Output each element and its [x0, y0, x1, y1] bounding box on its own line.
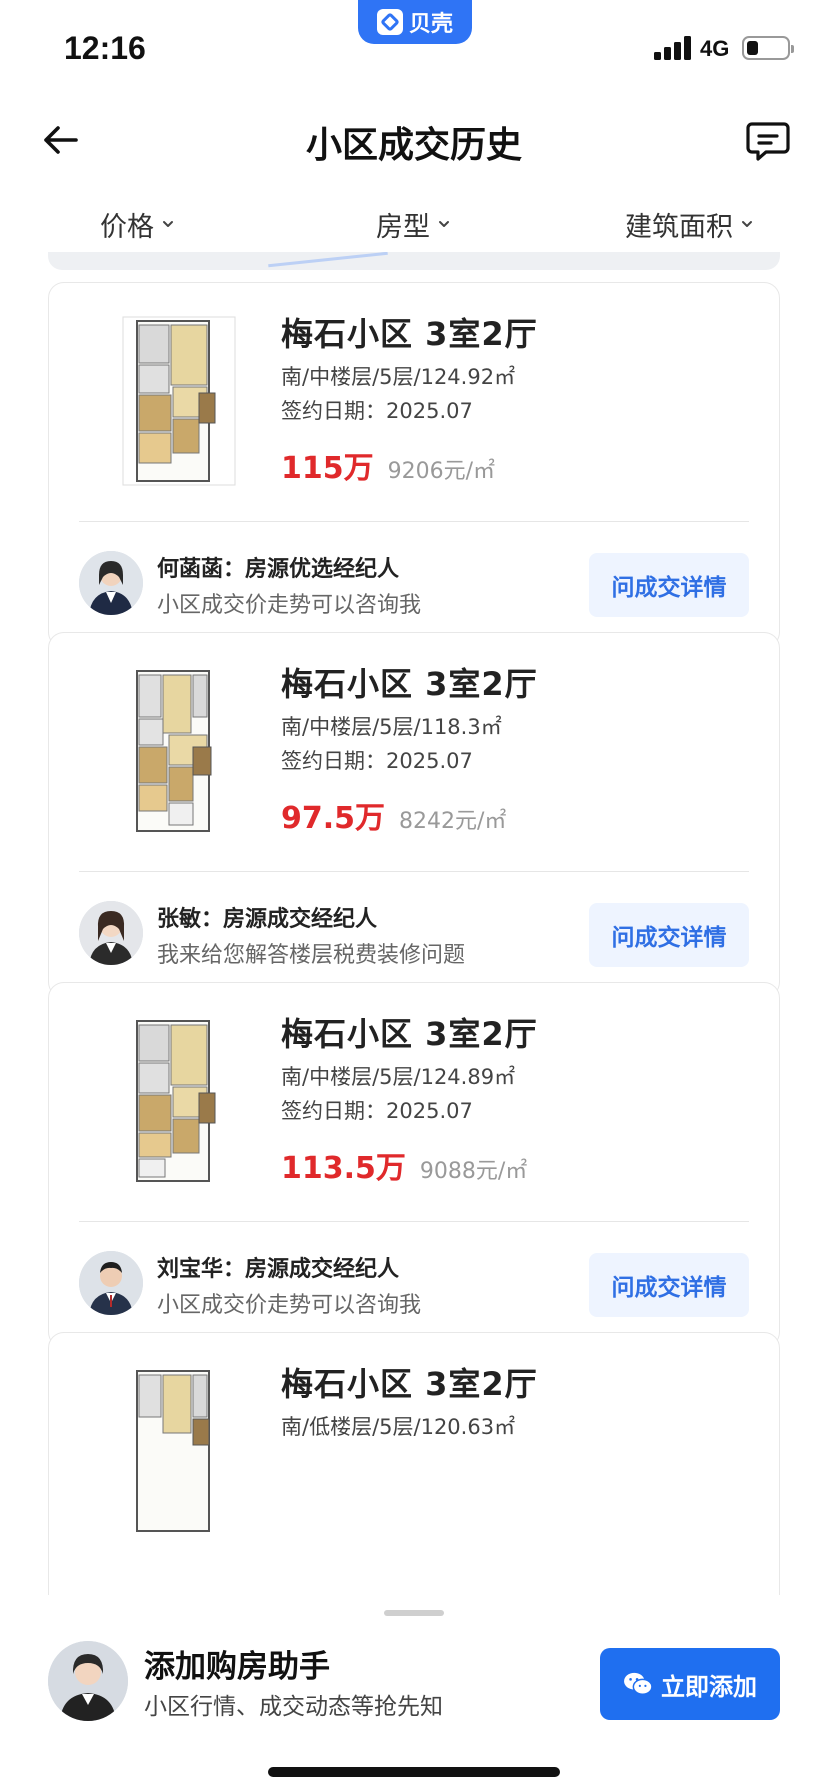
ask-deal-details-button[interactable]: 问成交详情 [589, 1253, 749, 1317]
unit-price: 9088元/㎡ [419, 1159, 528, 1184]
chevron-down-icon [742, 221, 752, 227]
total-price: 115万 [281, 451, 374, 486]
assistant-subtitle: 小区行情、成交动态等抢先知 [144, 1694, 443, 1720]
agent-name: 何菡菡：房源优选经纪人 [157, 557, 400, 582]
price-row: 97.5万 8242元/㎡ [281, 793, 506, 837]
filter-area[interactable]: 建筑面积 [552, 196, 828, 252]
agent-name: 刘宝华：房源成交经纪人 [157, 1257, 400, 1282]
chevron-down-icon [439, 221, 449, 227]
page-title: 小区成交历史 [305, 125, 522, 166]
listing-title: 梅石小区 3室2厅 [281, 1015, 538, 1053]
filter-price[interactable]: 价格 [0, 196, 276, 252]
divider [79, 521, 749, 522]
deal-card[interactable]: 梅石小区 3室2厅 南/中楼层/5层/124.92㎡ 签约日期：2025.07 … [48, 282, 780, 648]
total-price: 97.5万 [281, 801, 386, 836]
deal-card[interactable]: 梅石小区 3室2厅 南/中楼层/5层/118.3㎡ 签约日期：2025.07 9… [48, 632, 780, 998]
wechat-icon [624, 1672, 653, 1695]
floorplan-image [136, 1370, 210, 1532]
listing-meta: 南/中楼层/5层/118.3㎡ [281, 715, 502, 739]
agent-avatar[interactable] [79, 1251, 143, 1315]
deal-history-list[interactable]: 梅石小区 3室2厅 南/中楼层/5层/124.92㎡ 签约日期：2025.07 … [0, 270, 828, 1595]
filter-bar: 价格 房型 建筑面积 [0, 196, 828, 252]
listing-meta: 南/低楼层/5层/120.63㎡ [281, 1415, 516, 1439]
floorplan-image [122, 316, 236, 486]
unit-price: 9206元/㎡ [387, 459, 496, 484]
agent-avatar[interactable] [79, 901, 143, 965]
status-bar: 12:16 贝壳 4G [0, 0, 828, 80]
sign-date: 签约日期：2025.07 [281, 399, 473, 423]
agent-avatar[interactable] [79, 551, 143, 615]
signal-icon [654, 36, 694, 60]
agent-description: 小区成交价走势可以咨询我 [157, 1293, 422, 1318]
sign-date: 签约日期：2025.07 [281, 1099, 473, 1123]
filter-label: 价格 [100, 211, 154, 243]
listing-title: 梅石小区 3室2厅 [281, 315, 538, 353]
total-price: 113.5万 [281, 1151, 406, 1186]
drag-handle[interactable] [384, 1610, 444, 1616]
assistant-bottom-sheet: 添加购房助手 小区行情、成交动态等抢先知 立即添加 [0, 1595, 828, 1792]
agent-name: 张敏：房源成交经纪人 [157, 907, 378, 932]
floorplan-image [136, 670, 212, 832]
listing-meta: 南/中楼层/5层/124.89㎡ [281, 1065, 516, 1089]
price-row: 115万 9206元/㎡ [281, 443, 495, 487]
nav-bar: 小区成交历史 [0, 96, 828, 184]
deal-card[interactable]: 梅石小区 3室2厅 南/低楼层/5层/120.63㎡ [48, 1332, 780, 1595]
agent-description: 小区成交价走势可以咨询我 [157, 593, 422, 618]
assistant-avatar [48, 1641, 128, 1721]
agent-description: 我来给您解答楼层税费装修问题 [157, 943, 466, 968]
divider [79, 871, 749, 872]
add-now-label: 立即添加 [661, 1672, 757, 1701]
battery-icon [742, 36, 794, 60]
divider [79, 1221, 749, 1222]
network-type: 4G [700, 36, 730, 61]
ask-deal-details-button[interactable]: 问成交详情 [589, 903, 749, 967]
filter-label: 建筑面积 [625, 211, 733, 243]
listing-meta: 南/中楼层/5层/124.92㎡ [281, 365, 516, 389]
message-button[interactable] [744, 116, 792, 164]
beike-logo-icon [376, 9, 403, 35]
chevron-down-icon [163, 221, 173, 227]
ask-deal-details-button[interactable]: 问成交详情 [589, 553, 749, 617]
add-now-button[interactable]: 立即添加 [600, 1648, 780, 1720]
deal-card[interactable]: 梅石小区 3室2厅 南/中楼层/5层/124.89㎡ 签约日期：2025.07 … [48, 982, 780, 1348]
sign-date: 签约日期：2025.07 [281, 749, 473, 773]
unit-price: 8242元/㎡ [399, 809, 507, 834]
listing-title: 梅石小区 3室2厅 [281, 1365, 538, 1403]
filter-label: 房型 [376, 211, 430, 243]
app-badge-label: 贝壳 [408, 12, 453, 37]
assistant-title: 添加购房助手 [144, 1649, 330, 1685]
filter-layout[interactable]: 房型 [276, 196, 552, 252]
message-icon [746, 122, 790, 161]
status-time: 12:16 [64, 30, 146, 66]
home-indicator [268, 1767, 560, 1777]
floorplan-image [136, 1020, 216, 1182]
app-badge[interactable]: 贝壳 [358, 0, 472, 44]
listing-title: 梅石小区 3室2厅 [281, 665, 538, 703]
price-row: 113.5万 9088元/㎡ [281, 1143, 527, 1187]
map-preview[interactable] [48, 252, 780, 270]
